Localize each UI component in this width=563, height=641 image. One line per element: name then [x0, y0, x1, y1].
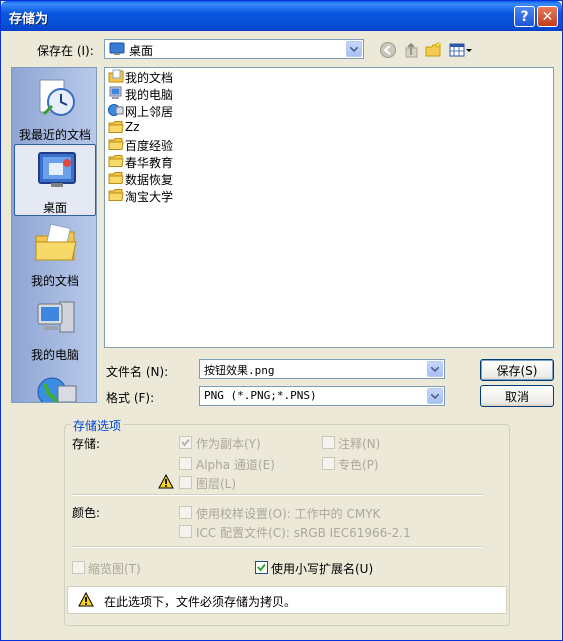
- place-desktop[interactable]: 桌面: [14, 144, 96, 216]
- format-value: PNG (*.PNG;*.PNS): [204, 389, 317, 402]
- filename-label: 文件名 (N):: [106, 365, 169, 379]
- divider: [71, 494, 483, 496]
- thumbnail-label: 缩览图(T): [88, 562, 141, 576]
- check-icon: [181, 438, 190, 447]
- storage-label: 存储:: [72, 437, 101, 451]
- lowercase-extension-label: 使用小写扩展名(U): [271, 562, 374, 576]
- proof-setup-checkbox[interactable]: [179, 506, 192, 519]
- place-recent-documents[interactable]: 我最近的文档: [14, 72, 96, 144]
- file-name: 我的文档: [125, 71, 174, 85]
- title-bar[interactable]: 存储为 ? ✕: [1, 1, 562, 31]
- format-dropdown[interactable]: PNG (*.PNG;*.PNS): [199, 386, 445, 406]
- icc-profile-checkbox[interactable]: [179, 525, 192, 538]
- lowercase-extension-checkbox[interactable]: [255, 561, 268, 574]
- file-name: 春华教育: [125, 156, 174, 170]
- warning-icon: [78, 592, 94, 607]
- spot-color-checkbox[interactable]: [322, 457, 335, 470]
- back-icon[interactable]: [379, 41, 397, 59]
- folder-icon: [108, 138, 124, 150]
- place-label: 桌面: [42, 201, 67, 215]
- check-icon: [257, 563, 266, 572]
- filename-value: 按钮效果.png: [204, 364, 275, 377]
- recent-documents-icon: [39, 79, 75, 116]
- new-folder-icon[interactable]: [425, 41, 443, 59]
- proof-setup-label: 使用校样设置(O): 工作中的 CMYK: [196, 507, 381, 521]
- thumbnail-checkbox[interactable]: [72, 561, 85, 574]
- chevron-down-icon[interactable]: [346, 41, 362, 57]
- folder-icon: [108, 172, 124, 184]
- filename-input[interactable]: 按钮效果.png: [199, 359, 445, 379]
- place-label: 我最近的文档: [18, 128, 91, 142]
- chevron-down-icon[interactable]: [427, 361, 443, 377]
- save-in-dropdown[interactable]: 桌面: [104, 39, 364, 59]
- save-in-label: 保存在 (I):: [37, 44, 94, 58]
- alpha-channel-checkbox[interactable]: [179, 457, 192, 470]
- folder-icon: [108, 155, 124, 167]
- as-copy-checkbox[interactable]: [179, 436, 192, 449]
- my-documents-icon: [108, 69, 124, 83]
- place-label: 我的文档: [30, 274, 79, 288]
- file-name: 百度经验: [125, 139, 174, 153]
- my-computer-icon: [109, 86, 122, 99]
- close-icon: ✕: [541, 8, 554, 25]
- desktop-icon: [38, 152, 76, 187]
- file-name: 数据恢复: [125, 173, 174, 187]
- close-button[interactable]: ✕: [537, 6, 558, 27]
- annotations-label: 注释(N): [338, 437, 381, 451]
- as-copy-label: 作为副本(Y): [196, 437, 261, 451]
- place-my-computer[interactable]: 我的电脑: [14, 292, 96, 364]
- folder-icon: [108, 189, 124, 201]
- alpha-channel-label: Alpha 通道(E): [196, 458, 275, 472]
- layers-label: 图层(L): [196, 477, 237, 491]
- file-name: Zz: [125, 120, 140, 134]
- network-places-icon: [37, 377, 77, 402]
- format-label: 格式 (F):: [106, 391, 155, 405]
- file-name: 网上邻居: [125, 105, 174, 119]
- color-label: 颜色:: [72, 506, 101, 520]
- file-name: 淘宝大学: [125, 190, 174, 204]
- save-as-dialog: 存储为 ? ✕ 保存在 (I): 桌面 我最近的文档 桌面 我的文档 我的电脑 …: [0, 0, 563, 641]
- my-documents-icon: [35, 223, 77, 261]
- view-menu-icon[interactable]: [449, 41, 473, 59]
- cancel-button[interactable]: 取消: [480, 385, 554, 407]
- places-bar: 我最近的文档 桌面 我的文档 我的电脑: [11, 67, 97, 403]
- layers-checkbox[interactable]: [179, 476, 192, 489]
- help-icon: ?: [520, 8, 529, 25]
- warning-message-box: 在此选项下，文件必须存储为拷贝。: [67, 586, 507, 614]
- place-my-documents[interactable]: 我的文档: [14, 218, 96, 290]
- warning-icon: [158, 474, 174, 489]
- annotations-checkbox[interactable]: [322, 436, 335, 449]
- up-folder-icon[interactable]: [403, 41, 421, 59]
- file-list[interactable]: 我的文档 我的电脑 网上邻居 Zz 百度经验 春华教育 数据恢复 淘宝大学: [104, 67, 554, 348]
- network-places-icon: [108, 104, 124, 116]
- chevron-down-icon[interactable]: [427, 388, 443, 404]
- place-label: 我的电脑: [30, 348, 79, 362]
- help-button[interactable]: ?: [514, 6, 535, 27]
- desktop-icon: [109, 42, 125, 55]
- icc-profile-label: ICC 配置文件(C): sRGB IEC61966-2.1: [196, 526, 411, 540]
- my-computer-icon: [37, 301, 75, 333]
- save-in-value: 桌面: [129, 44, 154, 58]
- folder-icon: [108, 121, 124, 133]
- window-title: 存储为: [9, 12, 49, 27]
- warning-message: 在此选项下，文件必须存储为拷贝。: [104, 595, 297, 609]
- save-options-title: 存储选项: [71, 417, 124, 434]
- divider: [71, 546, 483, 548]
- place-network[interactable]: [14, 366, 96, 402]
- file-name: 我的电脑: [125, 88, 174, 102]
- spot-color-label: 专色(P): [338, 458, 379, 472]
- save-button[interactable]: 保存(S): [480, 359, 554, 381]
